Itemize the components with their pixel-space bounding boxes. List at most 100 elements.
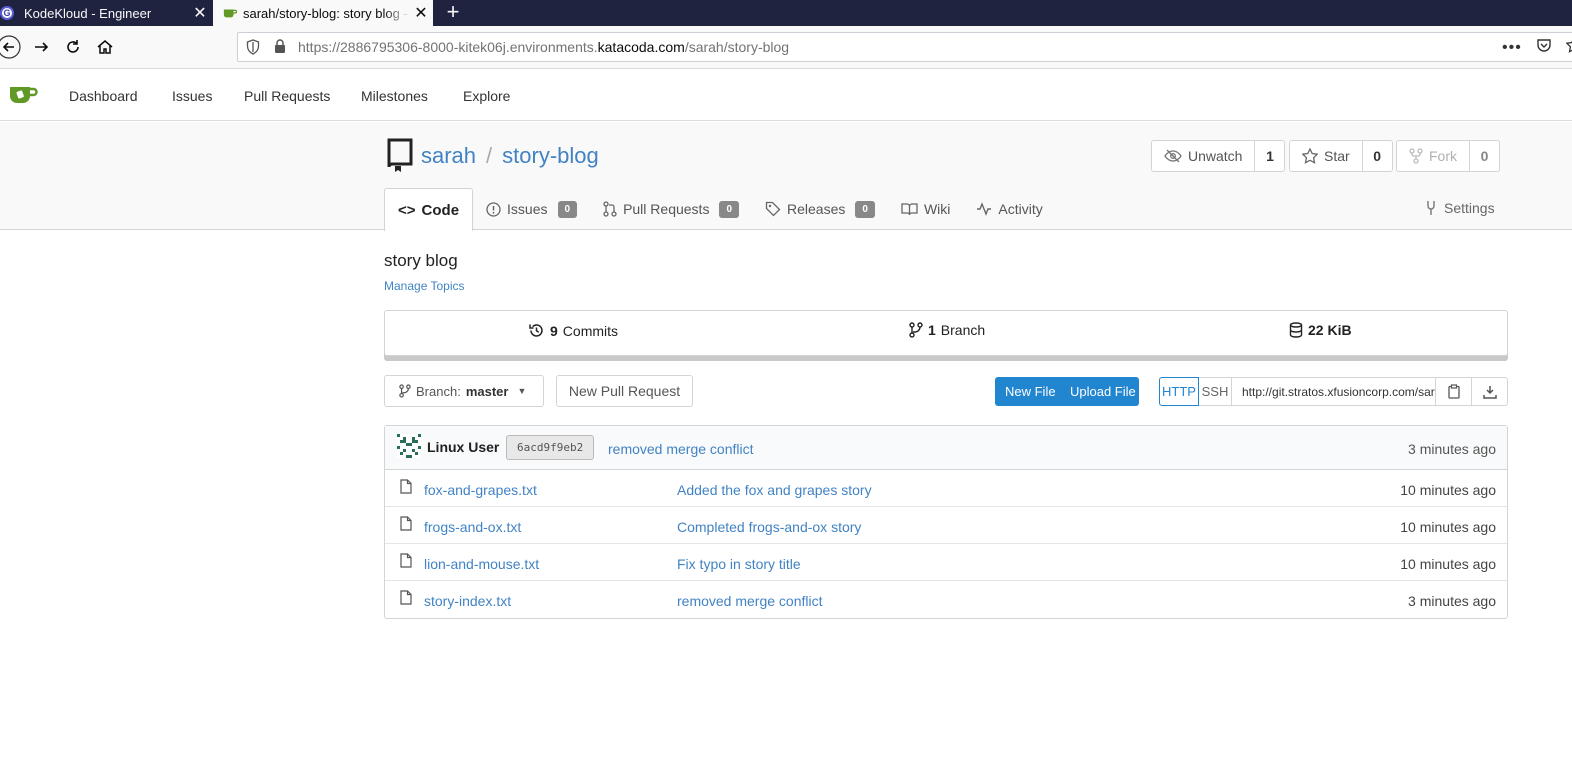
ssh-clone-button[interactable]: SSH (1199, 377, 1232, 406)
tab-code[interactable]: <> Code (384, 188, 474, 231)
git-branch-icon (399, 384, 411, 398)
commit-message-link[interactable]: removed merge conflict (608, 441, 754, 457)
file-name-link[interactable]: frogs-and-ox.txt (424, 519, 521, 535)
star-icon (1302, 148, 1318, 164)
commits-label: Commits (562, 322, 619, 339)
menu-dashboard[interactable]: Dashboard (69, 88, 138, 104)
file-commit-link[interactable]: Fix typo in story title (677, 556, 801, 572)
fork-button[interactable]: Fork (1396, 140, 1470, 172)
avatar[interactable] (397, 434, 421, 461)
tab-wiki[interactable]: Wiki (888, 188, 963, 230)
tab-activity[interactable]: Activity (963, 188, 1055, 230)
forward-button[interactable] (28, 34, 54, 60)
file-commit-link[interactable]: removed merge conflict (677, 593, 823, 609)
tab-settings-label: Settings (1444, 200, 1495, 216)
issues-count-badge: 0 (557, 200, 578, 218)
tab-settings[interactable]: Settings (1424, 200, 1495, 216)
browser-tab-kodekloud[interactable]: G KodeKloud - Engineer ✕ (0, 0, 212, 26)
menu-pull-requests[interactable]: Pull Requests (244, 88, 330, 104)
tab-code-label: Code (421, 201, 460, 219)
shield-icon[interactable] (246, 39, 260, 60)
tab-issues-label: Issues (507, 201, 548, 217)
branch-prefix: Branch: (416, 383, 461, 399)
fork-count[interactable]: 0 (1470, 140, 1500, 172)
file-icon (400, 590, 412, 608)
file-name-link[interactable]: fox-and-grapes.txt (424, 482, 537, 498)
address-bar[interactable]: https://2886795306-8000-kitek06j.environ… (237, 32, 1572, 62)
bookmark-star-icon[interactable] (1565, 37, 1572, 58)
tab-releases[interactable]: Releases 0 (752, 188, 888, 230)
history-icon (529, 324, 543, 337)
file-name-link[interactable]: lion-and-mouse.txt (424, 556, 539, 572)
menu-issues[interactable]: Issues (172, 88, 212, 104)
new-pull-request-button[interactable]: New Pull Request (556, 375, 693, 407)
unwatch-button[interactable]: Unwatch (1151, 140, 1256, 172)
menu-milestones[interactable]: Milestones (361, 88, 428, 104)
pocket-icon[interactable] (1536, 37, 1552, 58)
new-file-button[interactable]: New File (995, 377, 1061, 406)
repo-tabs: <> Code Issues 0 Pull Requests 0 Release… (384, 188, 1056, 231)
http-clone-button[interactable]: HTTP (1159, 377, 1199, 406)
repo-book-icon (386, 138, 414, 177)
pulls-count-badge: 0 (719, 200, 740, 218)
table-row: frogs-and-ox.txt Completed frogs-and-ox … (385, 507, 1507, 544)
table-row: fox-and-grapes.txt Added the fox and gra… (385, 470, 1507, 507)
new-tab-button[interactable]: + (441, 0, 465, 26)
star-count[interactable]: 0 (1362, 140, 1393, 172)
code-icon: <> (398, 201, 416, 219)
repo-name-link[interactable]: story-blog (502, 143, 599, 169)
tools-icon (1427, 201, 1435, 215)
table-row: lion-and-mouse.txt Fix typo in story tit… (385, 544, 1507, 581)
git-branch-icon (909, 322, 923, 338)
clone-url-input[interactable]: http://git.stratos.xfusioncorp.com/sarah… (1232, 377, 1436, 406)
upload-file-button[interactable]: Upload File (1061, 377, 1136, 406)
browser-tab-story-blog[interactable]: sarah/story-blog: story blog - st ✕ (213, 0, 433, 26)
file-commit-link[interactable]: Completed frogs-and-ox story (677, 519, 861, 535)
kodekloud-icon: G (0, 6, 14, 20)
menu-explore[interactable]: Explore (463, 88, 510, 104)
repo-owner-link[interactable]: sarah (421, 143, 476, 169)
copy-url-button[interactable] (1436, 377, 1472, 406)
database-icon (1289, 322, 1303, 338)
back-button[interactable] (0, 34, 22, 60)
forward-arrow-icon (35, 42, 49, 52)
tab-pull-requests[interactable]: Pull Requests 0 (590, 188, 752, 230)
size-stat: 22 KiB (1289, 322, 1352, 338)
fork-group: Fork 0 (1396, 140, 1500, 172)
reload-button[interactable] (60, 34, 86, 60)
download-button[interactable] (1472, 377, 1508, 406)
file-name-link[interactable]: story-index.txt (424, 593, 511, 609)
star-label: Star (1324, 148, 1350, 164)
close-icon[interactable]: ✕ (188, 3, 212, 23)
commit-sha-label[interactable]: 6acd9f9eb2 (506, 435, 595, 460)
lock-icon[interactable] (274, 39, 286, 59)
file-age: 10 minutes ago (1400, 519, 1496, 535)
back-arrow-icon (0, 35, 21, 59)
repo-title-separator: / (486, 143, 493, 168)
tab-issues[interactable]: Issues 0 (473, 188, 590, 230)
repo-description: story blog (384, 251, 458, 270)
commit-author[interactable]: Linux User (427, 439, 499, 455)
repo-title: sarah / story-blog (421, 143, 599, 169)
commits-stat[interactable]: 9 Commits (528, 322, 618, 339)
tab-activity-label: Activity (998, 201, 1043, 217)
commit-age: 3 minutes ago (1408, 441, 1496, 457)
fork-label: Fork (1429, 148, 1457, 164)
reload-icon (67, 40, 79, 53)
watch-count[interactable]: 1 (1255, 140, 1286, 172)
close-icon[interactable]: ✕ (409, 3, 433, 23)
file-commit-link[interactable]: Added the fox and grapes story (677, 482, 872, 498)
url-text: https://2886795306-8000-kitek06j.environ… (298, 39, 790, 55)
manage-topics-link[interactable]: Manage Topics (384, 279, 465, 293)
page-actions-icon[interactable]: ••• (1502, 39, 1522, 57)
pull-request-icon (603, 201, 617, 217)
branches-stat[interactable]: 1 Branch (909, 322, 985, 338)
commits-count: 9 (550, 322, 558, 339)
tab-releases-label: Releases (787, 201, 846, 217)
tab-title: sarah/story-blog: story blog - st (243, 5, 409, 21)
star-button[interactable]: Star (1289, 140, 1363, 172)
gitea-logo-icon[interactable] (8, 84, 38, 111)
branch-dropdown[interactable]: Branch: master ▼ (384, 375, 544, 407)
home-button[interactable] (92, 34, 118, 60)
home-icon (97, 40, 113, 54)
